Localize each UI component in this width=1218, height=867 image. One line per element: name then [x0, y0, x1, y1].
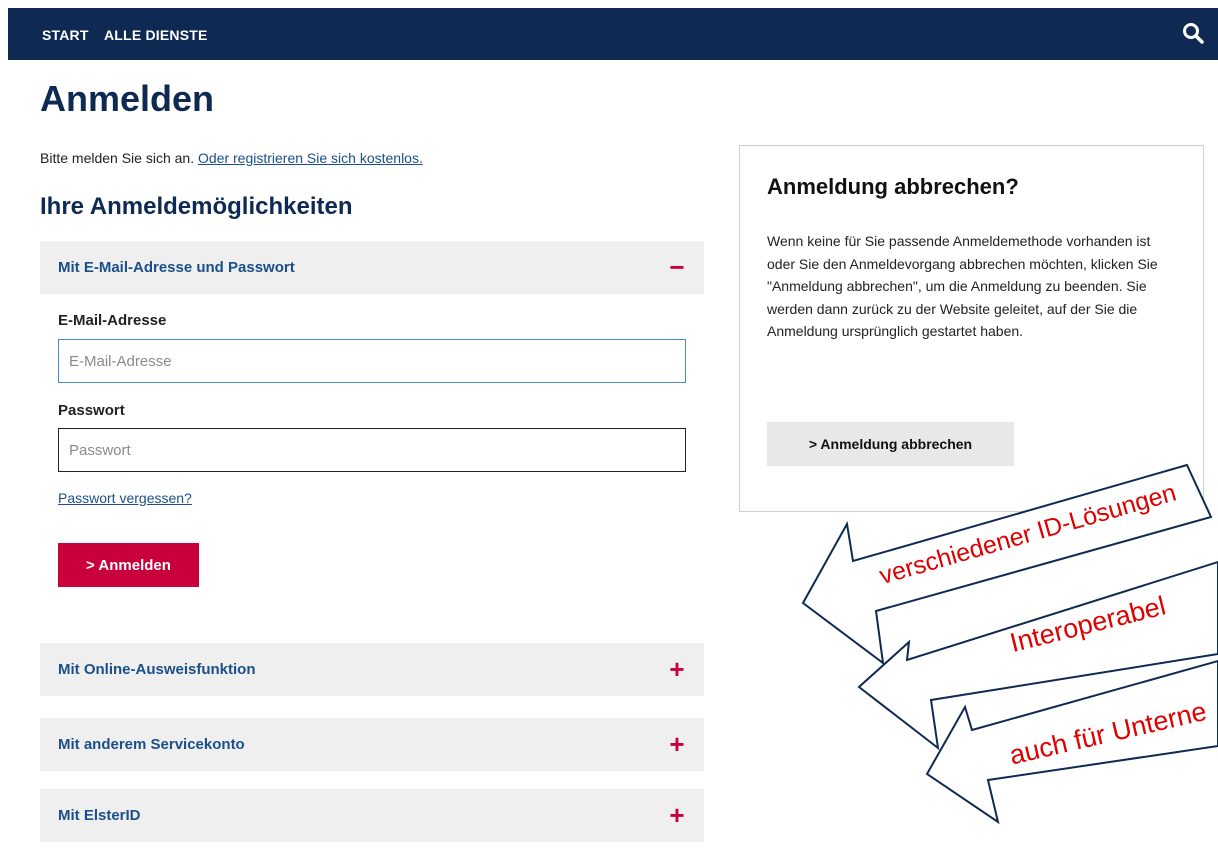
accordion-label: Mit E-Mail-Adresse und Passwort: [58, 259, 295, 276]
expand-icon[interactable]: +: [668, 731, 686, 757]
cancel-panel-title: Anmeldung abbrechen?: [767, 174, 1019, 199]
annotation-text: Interoperabel: [1007, 590, 1169, 658]
email-field[interactable]: [58, 339, 686, 383]
accordion-email-password[interactable]: Mit E-Mail-Adresse und Passwort −: [40, 241, 704, 294]
password-field[interactable]: [58, 428, 686, 472]
arrow-shape: [925, 659, 1218, 825]
search-icon[interactable]: [1182, 22, 1204, 44]
nav-start[interactable]: START: [42, 27, 89, 43]
annotation-text: auch für Unterne: [1007, 696, 1210, 770]
cancel-login-button[interactable]: > Anmeldung abbrechen: [767, 422, 1014, 466]
expand-icon[interactable]: +: [668, 656, 686, 682]
page-title: Anmelden: [40, 78, 215, 119]
intro-text: Bitte melden Sie sich an. Oder registrie…: [40, 150, 423, 166]
nav-all-services[interactable]: ALLE DIENSTE: [104, 27, 208, 43]
arrow-shape: [857, 560, 1218, 751]
forgot-password-link[interactable]: Passwort vergessen?: [58, 490, 192, 506]
accordion-other-servicekonto[interactable]: Mit anderem Servicekonto +: [40, 718, 704, 771]
accordion-elsterid[interactable]: Mit ElsterID +: [40, 789, 704, 842]
options-title: Ihre Anmeldemöglichkeiten: [40, 193, 353, 220]
password-label: Passwort: [58, 402, 125, 419]
login-button[interactable]: > Anmelden: [58, 543, 199, 587]
accordion-label: Mit anderem Servicekonto: [58, 736, 245, 753]
top-navigation-bar: START ALLE DIENSTE: [8, 8, 1218, 60]
cancel-panel-text: Wenn keine für Sie passende Anmeldemetho…: [767, 233, 1158, 339]
cancel-login-panel: Anmeldung abbrechen? Wenn keine für Sie …: [739, 145, 1204, 512]
email-label: E-Mail-Adresse: [58, 312, 167, 329]
annotation-arrow-3: auch für Unterne: [925, 659, 1218, 825]
register-link[interactable]: Oder registrieren Sie sich kostenlos.: [198, 150, 423, 166]
accordion-label: Mit ElsterID: [58, 807, 141, 824]
accordion-online-id[interactable]: Mit Online-Ausweisfunktion +: [40, 643, 704, 696]
expand-icon[interactable]: +: [668, 802, 686, 828]
collapse-icon[interactable]: −: [668, 254, 686, 280]
annotation-arrow-2: Interoperabel: [857, 560, 1218, 751]
accordion-label: Mit Online-Ausweisfunktion: [58, 661, 256, 678]
intro-label: Bitte melden Sie sich an.: [40, 150, 195, 166]
